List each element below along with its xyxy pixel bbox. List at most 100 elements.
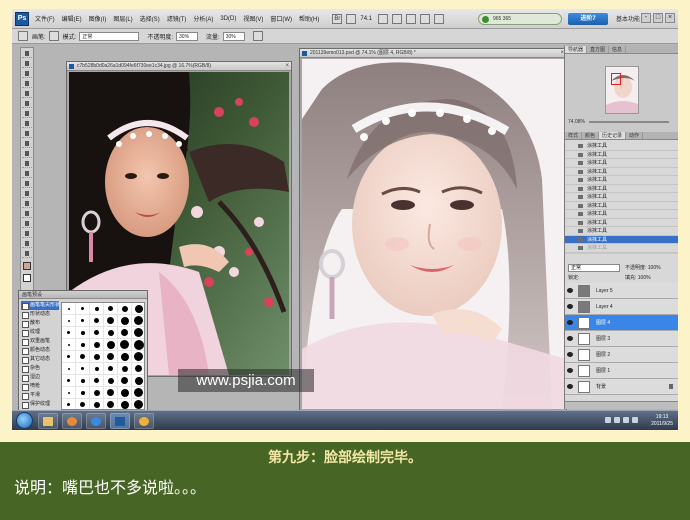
3d-rotate-tool-icon[interactable] (22, 230, 32, 238)
foreground-color-swatch[interactable] (23, 262, 31, 270)
close-icon[interactable]: × (665, 13, 675, 23)
brush-picker-icon[interactable] (48, 31, 59, 41)
mini-bridge-icon[interactable] (346, 13, 357, 24)
history-item-selected[interactable]: 涂抹工具 (565, 235, 678, 244)
brush-option[interactable]: 杂色 (21, 364, 59, 373)
mode-select[interactable]: 正常 (79, 31, 140, 41)
navigator-zoom[interactable]: 74.08% (568, 119, 585, 125)
zoom-level[interactable]: 74.1 (360, 16, 372, 22)
brush-option[interactable]: 双重画笔 (21, 337, 59, 346)
zoom-tool-icon[interactable] (392, 13, 403, 24)
brush-panel-title[interactable]: 画笔预设 (19, 291, 147, 299)
brush-option[interactable]: 画笔笔尖形状 (21, 301, 60, 310)
navigator-view-frame[interactable] (611, 73, 621, 85)
brush-option[interactable]: 纹理 (21, 328, 59, 337)
crop-tool-icon[interactable] (22, 90, 32, 98)
eye-icon[interactable] (567, 304, 573, 309)
path-select-tool-icon[interactable] (22, 210, 32, 218)
eye-icon[interactable] (567, 352, 573, 357)
brush-tip[interactable] (132, 363, 144, 375)
layer-row[interactable]: 图层 2 (565, 347, 678, 363)
brush-tip[interactable] (90, 399, 104, 409)
brush-tip[interactable] (76, 303, 90, 315)
brush-tip[interactable] (132, 375, 144, 387)
navigator-preview[interactable] (605, 66, 639, 114)
brush-tip[interactable] (90, 339, 104, 351)
brush-tip[interactable] (90, 375, 104, 387)
taskbar-browser[interactable] (86, 413, 106, 429)
brush-tip[interactable] (90, 327, 104, 339)
menu-analysis[interactable]: 分析(A) (193, 14, 213, 23)
taskbar-media[interactable] (62, 413, 82, 429)
brush-tip[interactable] (76, 339, 90, 351)
marquee-tool-icon[interactable] (22, 60, 32, 68)
document-tab-painting[interactable]: 201139emo013.psd @ 74.1% (图层 4, RGB/8) *… (300, 49, 566, 58)
minimize-icon[interactable]: - (641, 13, 651, 23)
history-item-undone[interactable]: 涂抹工具 (565, 244, 678, 253)
eye-icon[interactable] (567, 288, 573, 293)
brush-tip[interactable] (118, 315, 132, 327)
brush-option[interactable]: 其它动态 (21, 355, 59, 364)
menu-select[interactable]: 选择(S) (140, 14, 160, 23)
eraser-tool-icon[interactable] (22, 150, 32, 158)
brush-tip[interactable] (90, 315, 104, 327)
brush-tip[interactable] (62, 327, 76, 339)
brush-tip[interactable] (118, 327, 132, 339)
brush-tip[interactable] (62, 315, 76, 327)
brush-tip[interactable] (118, 303, 132, 315)
eye-icon[interactable] (567, 368, 573, 373)
brush-tip[interactable] (118, 375, 132, 387)
eye-icon[interactable] (567, 384, 573, 389)
airbrush-icon[interactable] (252, 31, 263, 41)
tab-actions[interactable]: 动作 (626, 132, 644, 139)
brush-option[interactable]: 颜色动态 (21, 346, 59, 355)
history-item[interactable]: 涂抹工具 (565, 185, 678, 193)
hand-tool-icon[interactable] (378, 13, 389, 24)
document-tab-reference[interactable]: c7b528b0d0a26a1d094fe6f730ee1c34.jpg @ 1… (67, 62, 291, 71)
history-item[interactable]: 涂抹工具 (565, 176, 678, 185)
eyedropper-tool-icon[interactable] (22, 100, 32, 108)
tab-info[interactable]: 信息 (609, 46, 627, 53)
painting-canvas[interactable] (302, 59, 566, 409)
brush-option[interactable]: 湿边 (21, 373, 59, 382)
menu-3d[interactable]: 3D(D) (220, 16, 236, 22)
layer-opacity[interactable]: 不透明度: 100% (625, 264, 661, 271)
tab-styles[interactable]: 样式 (565, 132, 583, 139)
brush-tip[interactable] (104, 315, 118, 327)
gradient-tool-icon[interactable] (22, 160, 32, 168)
quick-select-tool-icon[interactable] (22, 80, 32, 88)
history-item[interactable]: 涂抹工具 (565, 168, 678, 176)
history-item[interactable]: 涂抹工具 (565, 142, 678, 151)
eye-icon[interactable] (567, 320, 573, 325)
brush-tip[interactable] (132, 387, 144, 399)
brush-tip[interactable] (118, 339, 132, 351)
brush-tip[interactable] (104, 399, 118, 409)
brush-tip[interactable] (62, 399, 76, 409)
brush-tip[interactable] (104, 375, 118, 387)
brush-tool-icon[interactable] (22, 120, 32, 128)
brush-tip[interactable] (62, 351, 76, 363)
move-tool-icon[interactable] (22, 50, 32, 58)
brush-option[interactable]: 散布 (21, 319, 59, 328)
layer-row-selected[interactable]: 图层 4 (565, 315, 678, 331)
brush-tip[interactable] (76, 399, 90, 409)
opacity-field[interactable]: 30% (176, 31, 199, 41)
brush-tip[interactable] (104, 363, 118, 375)
brush-tip[interactable] (76, 315, 90, 327)
layer-row[interactable]: Layer 5 (565, 283, 678, 299)
brush-tip[interactable] (132, 351, 144, 363)
brush-tip[interactable] (90, 387, 104, 399)
close-icon[interactable]: × (285, 62, 289, 70)
tray-icon[interactable] (614, 417, 620, 423)
brush-option[interactable]: 形状动态 (21, 310, 59, 319)
menu-image[interactable]: 图像(I) (89, 14, 107, 23)
brush-option[interactable]: 平滑 (21, 391, 59, 400)
brush-tip[interactable] (132, 315, 144, 327)
taskbar-explorer[interactable] (38, 413, 58, 429)
screen-mode-icon[interactable] (434, 13, 445, 24)
history-item[interactable]: 涂抹工具 (565, 193, 678, 202)
background-color-swatch[interactable] (23, 274, 31, 282)
brush-tip[interactable] (104, 339, 118, 351)
brush-tip[interactable] (132, 303, 144, 315)
brush-tip[interactable] (62, 375, 76, 387)
